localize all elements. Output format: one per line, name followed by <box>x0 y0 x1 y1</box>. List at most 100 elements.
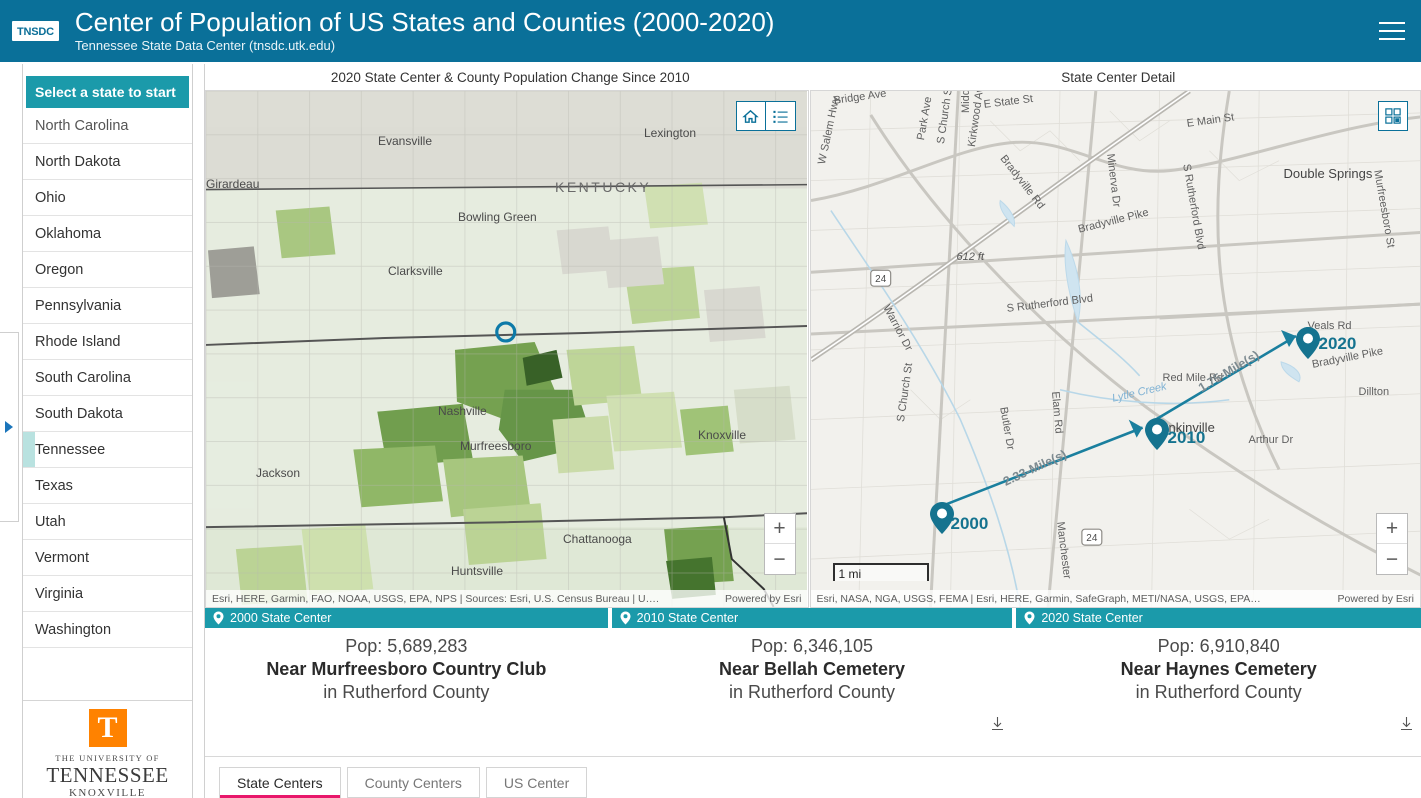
left-map-powered-by: Powered by Esri <box>725 592 802 605</box>
map-pin-year-label: 2020 <box>1318 334 1357 353</box>
svg-text:24: 24 <box>1086 533 1098 544</box>
panel-title-row: 2020 State Center & County Population Ch… <box>205 64 1421 90</box>
ut-power-t-glyph: T <box>97 711 118 744</box>
state-list-item-label: South Carolina <box>35 369 131 386</box>
state-list-item[interactable]: South Carolina <box>23 360 192 396</box>
svg-text:24: 24 <box>875 274 887 285</box>
tnsdc-logo-text: TNSDC <box>17 26 54 38</box>
state-list-item[interactable]: Washington <box>23 612 192 648</box>
map-pin-year-label: 2010 <box>1167 428 1206 447</box>
zoom-in-button[interactable]: + <box>764 514 795 544</box>
main-content: 2020 State Center & County Population Ch… <box>204 64 1421 798</box>
state-center-card-header: 2010 State Center <box>611 608 1013 628</box>
zoom-out-button[interactable]: − <box>1377 544 1407 574</box>
state-selector-sidebar: North Carolina North Dakota Ohio Oklahoma Or… <box>22 64 193 798</box>
state-list-item-label: Utah <box>35 513 66 530</box>
bottom-tab[interactable]: US Center <box>485 767 588 798</box>
maps-row: Evansville Lexington Girardeau KENTUCKY Bowl… <box>205 90 1421 608</box>
state-list-item[interactable]: Utah <box>23 504 192 540</box>
bottom-tab[interactable]: State Centers <box>219 767 341 798</box>
zoom-out-button[interactable]: − <box>765 544 795 574</box>
state-center-card-body: Pop: 6,346,105 Near Bellah Cemetery in Rut… <box>612 628 1013 704</box>
header-title-block: Center of Population of US States and Co… <box>75 7 775 55</box>
state-center-card-header: 2020 State Center <box>1016 608 1421 628</box>
ut-logo-line2: TENNESSEE <box>46 763 169 787</box>
right-map-controls <box>1378 101 1408 131</box>
state-list[interactable]: North Carolina North Dakota Ohio Oklahoma Or… <box>23 108 192 700</box>
state-center-card-title: 2000 State Center <box>230 611 332 625</box>
county-name: in Rutherford County <box>728 682 896 702</box>
place-name: Near Murfreesboro Country Club <box>266 659 547 679</box>
bottom-tab-label: US Center <box>503 774 570 791</box>
legend-list-icon[interactable] <box>765 101 796 131</box>
right-map-zoom-controls: + − <box>1376 513 1408 575</box>
sidebar-header-button[interactable]: Select a state to start <box>26 76 189 108</box>
basemap-gallery-icon-glyph <box>1385 108 1401 124</box>
sidebar-header-label: Select a state to start <box>35 84 176 100</box>
state-list-item-label: Texas <box>35 477 73 494</box>
state-list-item[interactable]: Ohio <box>23 180 192 216</box>
ut-power-t-icon: T <box>88 709 127 747</box>
app-header: TNSDC Center of Population of US States … <box>0 0 1421 62</box>
state-center-card-title: 2010 State Center <box>636 611 739 625</box>
ut-logo-line1: THE UNIVERSITY OF <box>55 753 160 763</box>
state-list-item-label: North Carolina <box>35 117 129 134</box>
left-map-attribution: Esri, HERE, Garmin, FAO, NOAA, USGS, EPA… <box>206 590 808 607</box>
state-list-item-label: Tennessee <box>35 441 106 458</box>
download-icon[interactable] <box>991 716 1004 734</box>
ut-logo-line3: KNOXVILLE <box>68 787 147 798</box>
state-center-card: 2010 State Center Pop: 6,346,105 Near Bell… <box>607 608 1013 738</box>
state-list-item[interactable]: Oregon <box>23 252 192 288</box>
state-list-item[interactable]: Virginia <box>23 576 192 612</box>
state-list-item[interactable]: North Carolina <box>23 108 192 144</box>
place-name: Near Haynes Cemetery <box>1120 659 1317 679</box>
basemap-gallery-icon[interactable] <box>1378 101 1408 131</box>
state-list-item-label: North Dakota <box>35 153 121 170</box>
state-list-item-label: Ohio <box>35 189 66 206</box>
map-scale-label: 1 mi <box>838 567 862 581</box>
map-pin-icon[interactable] <box>1295 326 1321 360</box>
map-pin-icon <box>213 611 224 625</box>
state-list-item[interactable]: Pennsylvania <box>23 288 192 324</box>
chevron-right-icon <box>5 421 13 433</box>
state-list-item-label: Pennsylvania <box>35 297 122 314</box>
page-subtitle: Tennessee State Data Center (tnsdc.utk.e… <box>74 38 336 53</box>
home-icon-glyph <box>742 109 759 123</box>
zoom-in-button[interactable]: + <box>1377 514 1407 544</box>
bottom-tab-bar[interactable]: State Centers County Centers US Center <box>205 756 1421 798</box>
state-list-item[interactable]: Oklahoma <box>23 216 192 252</box>
left-map-title: 2020 State Center & County Population Ch… <box>330 69 690 85</box>
state-center-card-body: Pop: 6,910,840 Near Haynes Cemetery in Rut… <box>1016 628 1421 704</box>
tnsdc-logo: TNSDC <box>12 21 59 41</box>
map-pin-icon[interactable] <box>1144 417 1170 451</box>
right-map-attribution: Esri, NASA, NGA, USGS, FEMA | Esri, HERE… <box>810 590 1420 607</box>
state-list-item[interactable]: Rhode Island <box>23 324 192 360</box>
state-list-item-label: Oregon <box>35 261 84 278</box>
state-overview-map-graphic <box>206 91 808 607</box>
download-icon[interactable] <box>1400 716 1413 734</box>
place-name: Near Bellah Cemetery <box>718 659 906 679</box>
map-pin-year-label: 2000 <box>950 514 989 533</box>
hamburger-menu-icon[interactable] <box>1379 18 1407 44</box>
state-list-item[interactable]: Texas <box>23 468 192 504</box>
state-list-item-label: Vermont <box>35 549 89 566</box>
application-root: TNSDC Center of Population of US States … <box>0 0 1421 798</box>
map-pin-icon <box>1024 611 1035 625</box>
state-list-item-label: Washington <box>35 621 112 638</box>
population-value: Pop: 5,689,283 <box>345 636 468 656</box>
bottom-tab-label: County Centers <box>364 774 462 791</box>
state-center-card-title: 2020 State Center <box>1041 611 1143 625</box>
state-overview-map[interactable]: Evansville Lexington Girardeau KENTUCKY Bowl… <box>205 90 809 608</box>
left-map-attribution-sources: Esri, HERE, Garmin, FAO, NOAA, USGS, EPA… <box>212 592 659 605</box>
bottom-tab[interactable]: County Centers <box>346 767 480 798</box>
ut-knoxville-logo: T THE UNIVERSITY OF TENNESSEE KNOXVILLE … <box>23 700 192 798</box>
state-center-detail-map[interactable]: 24 24 Bridge Ave E State St E Main St Middl… <box>809 90 1421 608</box>
state-list-item-label: Rhode Island <box>35 333 121 350</box>
state-list-item-label: Oklahoma <box>35 225 102 242</box>
state-list-item[interactable]: South Dakota <box>23 396 192 432</box>
state-list-item[interactable]: North Dakota <box>23 144 192 180</box>
state-list-item[interactable]: Tennessee <box>23 432 192 468</box>
state-list-item[interactable]: Vermont <box>23 540 192 576</box>
panel-collapse-arrow[interactable] <box>0 332 19 522</box>
home-icon[interactable] <box>735 101 766 131</box>
